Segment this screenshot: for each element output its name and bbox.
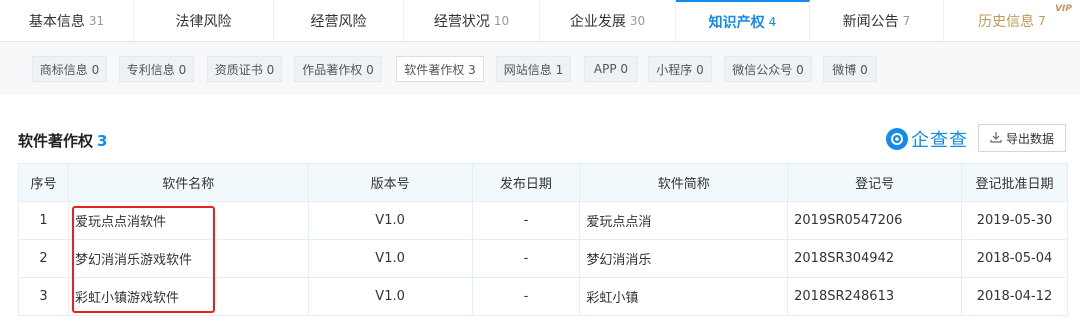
tab-count: 31 xyxy=(88,13,105,28)
tab-count: 7 xyxy=(1038,13,1046,28)
tab-legal-risk[interactable]: 法律风险 xyxy=(134,0,274,41)
table-row: 3 彩虹小镇游戏软件 V1.0 - 彩虹小镇 2018SR248613 2018… xyxy=(18,277,1068,316)
top-tab-bar: 基本信息 31 法律风险 经营风险 经营状况 10 企业发展 30 知识产权 4 新闻公… xyxy=(0,0,1080,42)
brand-name: 企查查 xyxy=(911,130,968,151)
tab-development[interactable]: 企业发展 30 xyxy=(540,0,676,41)
tab-history[interactable]: 历史信息 7 VIP xyxy=(944,0,1080,41)
cell-approval-date: 2019-05-30 xyxy=(961,201,1068,240)
header-short-name: 软件简称 xyxy=(579,163,789,202)
cell-short-name: 爱玩点点消 xyxy=(579,201,789,240)
chip-mini-program[interactable]: 小程序 0 xyxy=(648,56,712,82)
software-copyright-table: 序号 软件名称 版本号 发布日期 软件简称 登记号 登记批准日期 1 爱玩点点消… xyxy=(18,163,1068,316)
header-reg-number: 登记号 xyxy=(787,163,963,202)
cell-index: 1 xyxy=(18,201,69,240)
chip-certificate[interactable]: 资质证书 0 xyxy=(207,56,282,82)
chip-trademark[interactable]: 商标信息 0 xyxy=(32,56,107,82)
export-button[interactable]: 导出数据 xyxy=(978,124,1066,152)
tab-label: 企业发展 xyxy=(569,13,626,30)
cell-release-date: - xyxy=(471,239,581,278)
cell-version: V1.0 xyxy=(307,201,473,240)
section-title-text: 软件著作权 xyxy=(18,132,94,150)
cell-software-name[interactable]: 彩虹小镇游戏软件 xyxy=(67,277,309,316)
tab-label: 法律风险 xyxy=(175,13,232,30)
chip-patent[interactable]: 专利信息 0 xyxy=(119,56,194,82)
cell-reg-number: 2018SR248613 xyxy=(787,277,963,316)
chip-website[interactable]: 网站信息 1 xyxy=(496,56,571,82)
chip-works-copyright[interactable]: 作品著作权 0 xyxy=(294,56,382,82)
header-software-name: 软件名称 xyxy=(67,163,309,202)
export-label: 导出数据 xyxy=(1005,131,1054,146)
download-icon xyxy=(990,131,1006,146)
tab-news[interactable]: 新闻公告 7 xyxy=(810,0,944,41)
cell-short-name: 彩虹小镇 xyxy=(579,277,789,316)
cell-software-name[interactable]: 爱玩点点消软件 xyxy=(67,201,309,240)
chip-software-copyright[interactable]: 软件著作权 3 xyxy=(396,56,484,82)
tab-count: 30 xyxy=(629,13,646,28)
tab-label: 基本信息 xyxy=(28,13,85,30)
tab-label: 经营风险 xyxy=(310,13,367,30)
tab-intellectual-property[interactable]: 知识产权 4 xyxy=(676,0,810,41)
cell-software-name[interactable]: 梦幻消消乐游戏软件 xyxy=(67,239,309,278)
section-title: 软件著作权 3 xyxy=(18,130,107,151)
header-approval-date: 登记批准日期 xyxy=(961,163,1068,202)
header-index: 序号 xyxy=(18,163,69,202)
chip-app[interactable]: APP 0 xyxy=(584,56,638,82)
cell-short-name: 梦幻消消乐 xyxy=(579,239,789,278)
tab-label: 历史信息 xyxy=(978,13,1035,30)
brand: 企查查 xyxy=(886,125,968,153)
cell-approval-date: 2018-05-04 xyxy=(961,239,1068,278)
cell-index: 3 xyxy=(18,277,69,316)
table-header-row: 序号 软件名称 版本号 发布日期 软件简称 登记号 登记批准日期 xyxy=(18,163,1068,202)
tab-operation-risk[interactable]: 经营风险 xyxy=(274,0,404,41)
tab-count: 7 xyxy=(902,13,911,28)
cell-release-date: - xyxy=(471,277,581,316)
filter-bar: 商标信息 0 专利信息 0 资质证书 0 作品著作权 0 软件著作权 3 网站信… xyxy=(0,42,1080,94)
cell-index: 2 xyxy=(18,239,69,278)
cell-reg-number: 2018SR304942 xyxy=(787,239,963,278)
tab-basic-info[interactable]: 基本信息 31 xyxy=(0,0,134,41)
vip-badge: VIP xyxy=(1055,4,1072,14)
section-count: 3 xyxy=(97,132,108,150)
table-row: 1 爱玩点点消软件 V1.0 - 爱玩点点消 2019SR0547206 201… xyxy=(18,201,1068,240)
tab-operation-status[interactable]: 经营状况 10 xyxy=(404,0,540,41)
brand-logo-icon xyxy=(886,128,908,150)
cell-release-date: - xyxy=(471,201,581,240)
cell-version: V1.0 xyxy=(307,277,473,316)
header-release-date: 发布日期 xyxy=(471,163,581,202)
tab-count: 10 xyxy=(493,13,510,28)
tab-label: 知识产权 xyxy=(708,14,765,31)
cell-reg-number: 2019SR0547206 xyxy=(787,201,963,240)
header-version: 版本号 xyxy=(307,163,473,202)
chip-weibo[interactable]: 微博 0 xyxy=(823,56,877,82)
tab-label: 新闻公告 xyxy=(842,13,899,30)
tab-label: 经营状况 xyxy=(433,13,490,30)
cell-version: V1.0 xyxy=(307,239,473,278)
table-row: 2 梦幻消消乐游戏软件 V1.0 - 梦幻消消乐 2018SR304942 20… xyxy=(18,239,1068,278)
chip-wechat[interactable]: 微信公众号 0 xyxy=(724,56,812,82)
cell-approval-date: 2018-04-12 xyxy=(961,277,1068,316)
tab-count: 4 xyxy=(768,14,777,29)
